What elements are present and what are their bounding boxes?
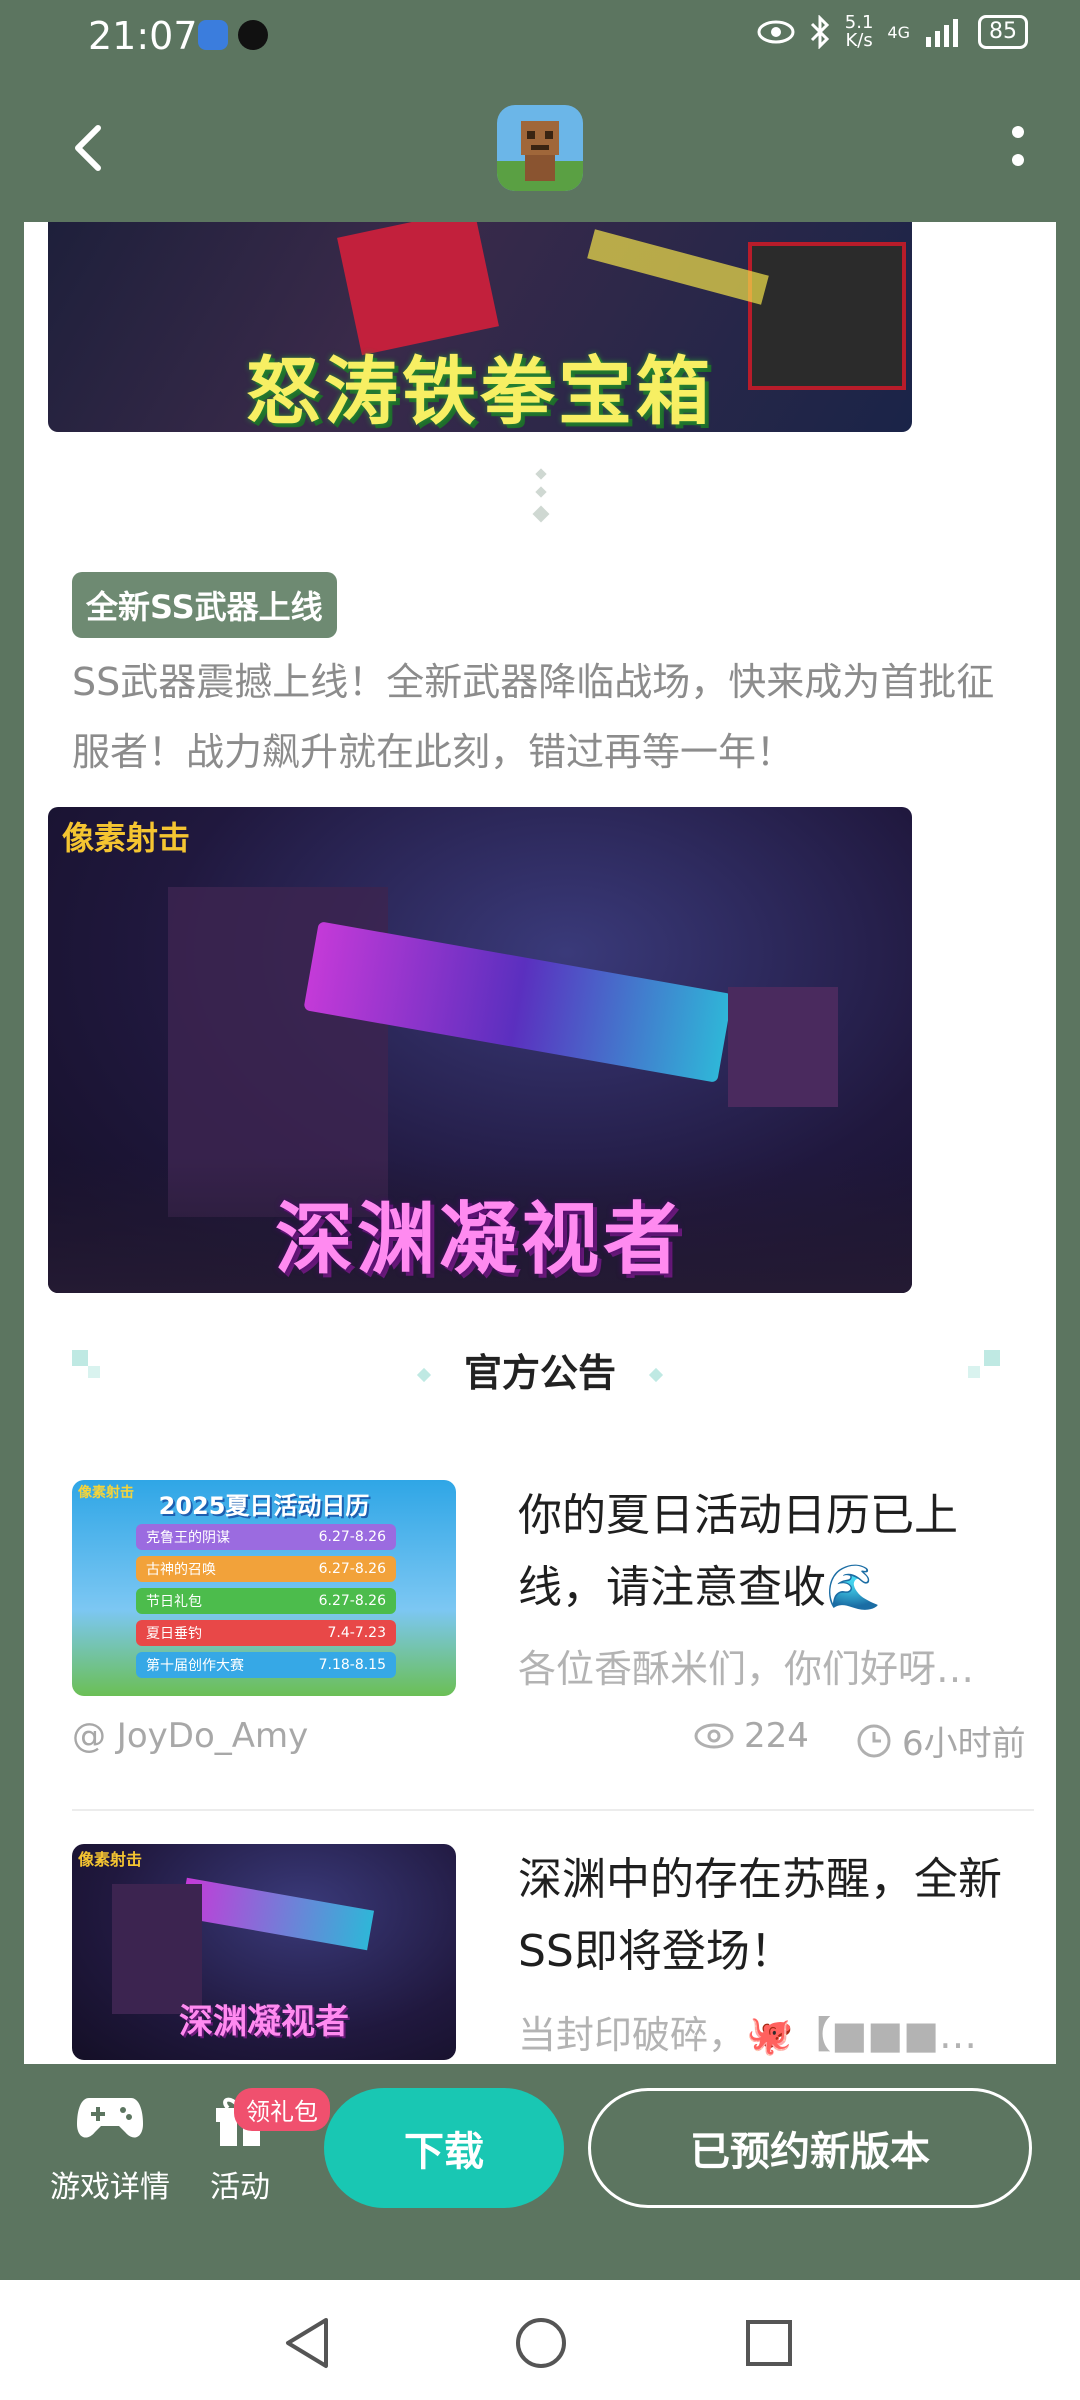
article-thumbnail: 像素射击 2025夏日活动日历 克鲁王的阴谋 6.27-8.26 古神的召唤 6.2… xyxy=(72,1480,456,1696)
eye-icon xyxy=(694,1723,734,1749)
calendar-row: 节日礼包 6.27-8.26 xyxy=(136,1588,396,1614)
article-item[interactable]: 像素射击 2025夏日活动日历 克鲁王的阴谋 6.27-8.26 古神的召唤 6.2… xyxy=(72,1480,1034,1780)
status-right: 5.1 K/s 4G 85 xyxy=(757,14,1028,50)
more-vertical-icon xyxy=(1012,126,1024,166)
system-navigation-bar xyxy=(0,2280,1080,2400)
article-title: 你的夏日活动日历已上线，请注意查收🌊 xyxy=(518,1490,958,1613)
battery-indicator: 85 xyxy=(978,15,1028,49)
article-item[interactable]: 像素射击 深渊凝视者 深渊中的存在苏醒，全新SS即将登场！ 当封印破碎，🐙【■■… xyxy=(72,1844,1034,2064)
tab-game-details[interactable]: 游戏详情 xyxy=(40,2090,180,2206)
calendar-row: 第十届创作大赛 7.18-8.15 xyxy=(136,1652,396,1678)
tab-label: 游戏详情 xyxy=(50,2170,170,2205)
game-logo-text: 像素射击 xyxy=(62,819,191,857)
banner-caption: 深渊凝视者 xyxy=(274,1195,685,1285)
calendar-row: 古神的召唤 6.27-8.26 xyxy=(136,1556,396,1582)
article-summary: 各位香酥米们，你们好呀… xyxy=(518,1647,975,1691)
article-thumbnail: 像素射击 深渊凝视者 xyxy=(72,1844,456,2060)
notice-section-title: 官方公告 xyxy=(463,1351,616,1395)
thumb-logo: 像素射击 xyxy=(78,1850,143,1869)
divider-diamond xyxy=(532,505,550,523)
bluetooth-icon xyxy=(810,15,829,49)
nav-back-icon[interactable] xyxy=(282,2316,332,2370)
calendar-row: 克鲁王的阴谋 6.27-8.26 xyxy=(136,1524,396,1550)
signal-icon xyxy=(926,19,958,47)
section-tag: 全新SS武器上线 xyxy=(72,572,337,638)
section-description: SS武器震撼上线！全新武器降临战场，快来成为首批征服者！战力飙升就在此刻，错过再… xyxy=(72,660,995,774)
thumb-heading: 2025夏日活动日历 xyxy=(158,1492,370,1520)
banner-fist-chest[interactable]: 怒涛铁拳宝箱 xyxy=(48,222,912,432)
weapon-art xyxy=(179,1877,375,1951)
calendar-row: 夏日垂钓 7.4-7.23 xyxy=(136,1620,396,1646)
article-title: 深渊中的存在苏醒，全新SS即将登场！ xyxy=(518,1854,1002,1977)
reserve-button[interactable]: 已预约新版本 xyxy=(588,2088,1032,2208)
more-options-button[interactable] xyxy=(980,118,1040,178)
divider xyxy=(72,1809,1034,1811)
clock-icon xyxy=(857,1724,891,1757)
game-app-icon[interactable] xyxy=(497,105,583,191)
notice-title-row: 官方公告 xyxy=(24,1342,1056,1397)
back-button[interactable] xyxy=(60,118,120,178)
thumb-caption: 深渊凝视者 xyxy=(179,2002,349,2042)
gamepad-icon xyxy=(77,2098,143,2138)
chevron-left-icon xyxy=(75,125,101,171)
eye-icon xyxy=(757,20,795,44)
content-area[interactable]: 怒涛铁拳宝箱 全新SS武器上线 SS武器震撼上线！全新武器降临战场，快来成为首批… xyxy=(24,222,1056,2064)
download-button[interactable]: 下载 xyxy=(324,2088,564,2208)
article-views: 224 xyxy=(694,1716,809,1756)
status-time: 21:07 xyxy=(88,14,198,58)
banner-caption: 怒涛铁拳宝箱 xyxy=(246,349,714,432)
nav-home-icon[interactable] xyxy=(514,2316,568,2370)
browser-app-icon xyxy=(198,20,228,50)
article-time: 6小时前 xyxy=(856,1716,1026,1765)
signal-label: 4G xyxy=(887,22,910,42)
article-author: @ JoyDo_Amy xyxy=(72,1716,309,1756)
gift-badge: 领礼包 xyxy=(234,2088,330,2131)
banner-abyss-gazer[interactable]: 像素射击 深渊凝视者 xyxy=(48,807,912,1293)
divider-dot xyxy=(535,486,547,498)
light-beam-art xyxy=(587,229,769,305)
divider-dot xyxy=(535,468,547,480)
network-speed: 5.1 K/s xyxy=(844,12,874,51)
qq-app-icon xyxy=(238,20,268,50)
cube-art xyxy=(728,987,838,1107)
article-summary: 当封印破碎，🐙【■■■… xyxy=(518,2013,978,2057)
tab-label: 活动 xyxy=(210,2170,270,2205)
nav-recents-icon[interactable] xyxy=(744,2318,794,2368)
